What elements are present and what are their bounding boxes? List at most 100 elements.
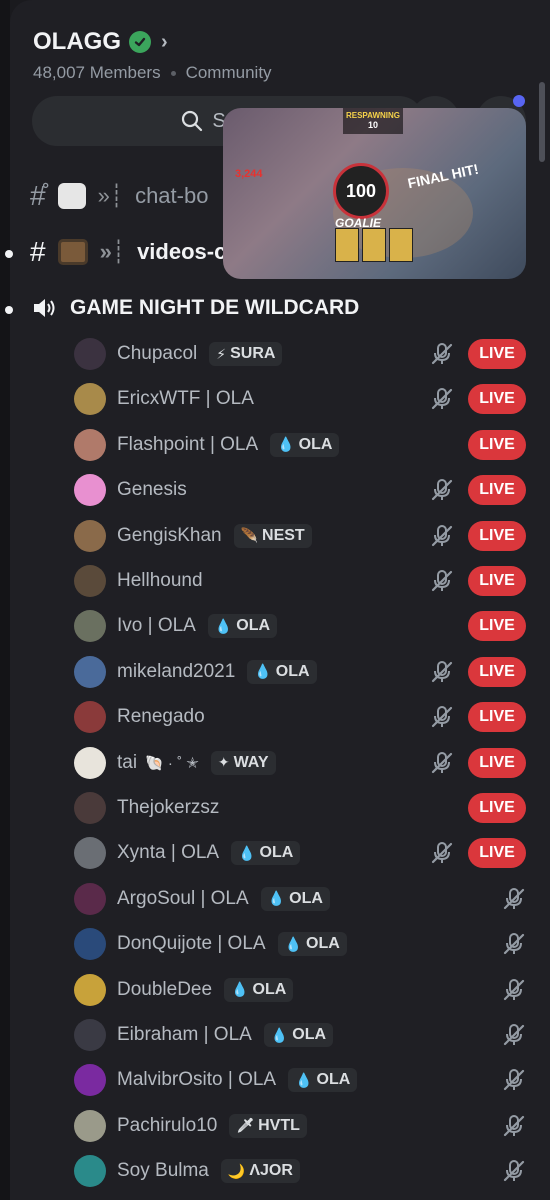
participant-row[interactable]: Eibraham | OLA 💧 OLA xyxy=(74,1017,526,1053)
participant-row[interactable]: Pachirulo10 🗡 HVTL xyxy=(74,1108,526,1144)
channel-name: chat-bo xyxy=(135,183,209,208)
participant-row[interactable]: EricxWTF | OLA LIVE xyxy=(74,381,526,417)
status-group: LIVE xyxy=(430,654,526,690)
server-tag[interactable]: 💧 OLA xyxy=(288,1068,358,1093)
server-name: OLAGG xyxy=(33,28,121,55)
mic-muted-icon xyxy=(430,342,454,366)
live-badge[interactable]: LIVE xyxy=(468,339,526,369)
participant-row[interactable]: MalvibrOsito | OLA 💧 OLA xyxy=(74,1062,526,1098)
tag-label: OLA xyxy=(289,889,323,907)
participant-name: DoubleDee xyxy=(117,978,213,1000)
live-badge[interactable]: LIVE xyxy=(468,702,526,733)
server-header[interactable]: OLAGG › xyxy=(33,28,168,56)
avatar xyxy=(74,1155,106,1188)
live-badge[interactable]: LIVE xyxy=(468,747,526,778)
status-group: LIVE xyxy=(468,427,526,463)
participant-row[interactable]: Hellhound LIVE xyxy=(74,563,526,599)
server-tag[interactable]: 🪶 NEST xyxy=(233,523,312,548)
participant-name: Hellhound xyxy=(117,570,203,591)
live-badge[interactable]: LIVE xyxy=(468,566,526,596)
scrollbar[interactable] xyxy=(539,82,545,162)
tag-label: NEST xyxy=(262,526,305,544)
tag-icon: 💧 xyxy=(277,436,295,453)
tag-label: OLA xyxy=(252,980,287,998)
server-tag[interactable]: 💧 OLA xyxy=(247,659,317,684)
status-group: LIVE xyxy=(468,790,526,826)
participant-row[interactable]: mikeland2021 💧 OLA LIVE xyxy=(74,654,526,690)
channel-chat[interactable]: #̊ »┊ chat-bo xyxy=(30,180,208,212)
tag-icon: 💧 xyxy=(231,981,249,998)
mic-muted-icon xyxy=(430,660,454,684)
participant-row[interactable]: DonQuijote | OLA 💧 OLA xyxy=(74,926,526,962)
status-group: LIVE xyxy=(430,472,526,508)
server-tag[interactable]: ⚡ SURA xyxy=(209,342,283,366)
mic-muted-icon xyxy=(430,569,454,593)
status-group: LIVE xyxy=(468,608,526,644)
channel-name: videos-c xyxy=(137,239,227,264)
mic-muted-icon xyxy=(430,841,454,865)
tag-label: OLA xyxy=(236,617,271,635)
mic-muted-icon xyxy=(430,524,454,548)
status-group: LIVE xyxy=(430,336,526,372)
status-group xyxy=(502,1017,526,1053)
participant-row[interactable]: ArgoSoul | OLA 💧 OLA xyxy=(74,881,526,917)
stream-preview[interactable]: RESPAWNING 10 3,244 100 FINAL HIT! GOALIE xyxy=(223,108,526,279)
participant-row[interactable]: Renegado LIVE xyxy=(74,699,526,735)
status-group xyxy=(502,972,526,1008)
voice-channel[interactable]: GAME NIGHT DE WILDCARD xyxy=(32,296,359,320)
live-badge[interactable]: LIVE xyxy=(468,520,526,551)
avatar xyxy=(74,792,106,824)
live-badge[interactable]: LIVE xyxy=(468,384,526,415)
search-icon xyxy=(182,110,203,132)
channel-videos[interactable]: # »┊ videos-c xyxy=(30,236,226,268)
respawn-count: 10 xyxy=(367,120,378,130)
participant-name: ArgoSoul | OLA xyxy=(117,887,249,909)
participant-name: MalvibrOsito | OLA xyxy=(117,1069,277,1091)
tag-label: OLA xyxy=(316,1071,351,1089)
participant-row[interactable]: Thejokerzsz LIVE xyxy=(74,790,526,826)
respawn-banner: RESPAWNING 10 xyxy=(343,108,403,134)
server-tag[interactable]: 💧 OLA xyxy=(231,841,301,866)
participant-row[interactable]: Ivo | OLA 💧 OLA LIVE xyxy=(74,608,526,644)
server-tag[interactable]: 💧 OLA xyxy=(277,932,347,957)
live-badge[interactable]: LIVE xyxy=(468,429,526,460)
server-list-edge xyxy=(0,0,10,1200)
live-badge[interactable]: LIVE xyxy=(468,475,526,506)
participant-row[interactable]: DoubleDee 💧 OLA xyxy=(74,972,526,1008)
status-group: LIVE xyxy=(430,835,526,871)
tag-icon: 💧 xyxy=(267,890,286,907)
tag-icon: ✦ xyxy=(217,754,230,771)
server-tag[interactable]: 💧 OLA xyxy=(224,977,294,1002)
live-badge[interactable]: LIVE xyxy=(468,611,526,642)
status-group: LIVE xyxy=(430,563,526,599)
tag-label: OLA xyxy=(259,844,294,862)
card xyxy=(362,228,386,262)
server-tag[interactable]: 💧 OLA xyxy=(263,1023,334,1047)
television-icon xyxy=(57,239,88,265)
live-badge[interactable]: LIVE xyxy=(468,793,526,823)
stream-cards xyxy=(335,228,413,262)
unread-indicator xyxy=(5,250,13,258)
participant-name: Chupacol xyxy=(117,343,198,364)
participant-row[interactable]: Xynta | OLA 💧 OLA LIVE xyxy=(74,835,526,871)
participant-name: GengisKhan xyxy=(117,524,222,546)
server-tag[interactable]: ✦ WAY xyxy=(210,750,276,775)
server-tag[interactable]: 🌙 ΛJOR xyxy=(220,1159,300,1184)
server-tag[interactable]: 💧 OLA xyxy=(260,886,330,911)
speech-bubble-icon xyxy=(57,183,86,209)
voice-indicator xyxy=(5,306,13,314)
participant-row[interactable]: Soy Bulma 🌙 ΛJOR xyxy=(74,1153,526,1189)
participant-row[interactable]: Chupacol ⚡ SURA LIVE xyxy=(74,336,526,372)
participant-row[interactable]: Flashpoint | OLA 💧 OLA LIVE xyxy=(74,427,526,463)
participant-row[interactable]: GengisKhan 🪶 NEST LIVE xyxy=(74,518,526,554)
server-tag[interactable]: 💧 OLA xyxy=(207,614,278,639)
server-tag[interactable]: 💧 OLA xyxy=(270,432,340,457)
mic-muted-icon xyxy=(502,1023,526,1047)
participant-row[interactable]: Genesis LIVE xyxy=(74,472,526,508)
server-tag[interactable]: 🗡 HVTL xyxy=(229,1113,307,1138)
live-badge[interactable]: LIVE xyxy=(468,656,526,687)
status-group xyxy=(502,926,526,962)
live-badge[interactable]: LIVE xyxy=(468,838,526,869)
mic-muted-icon xyxy=(502,1159,526,1183)
participant-row[interactable]: tai 🐚 · ˚ ✭ ✦ WAY LIVE xyxy=(74,745,526,781)
